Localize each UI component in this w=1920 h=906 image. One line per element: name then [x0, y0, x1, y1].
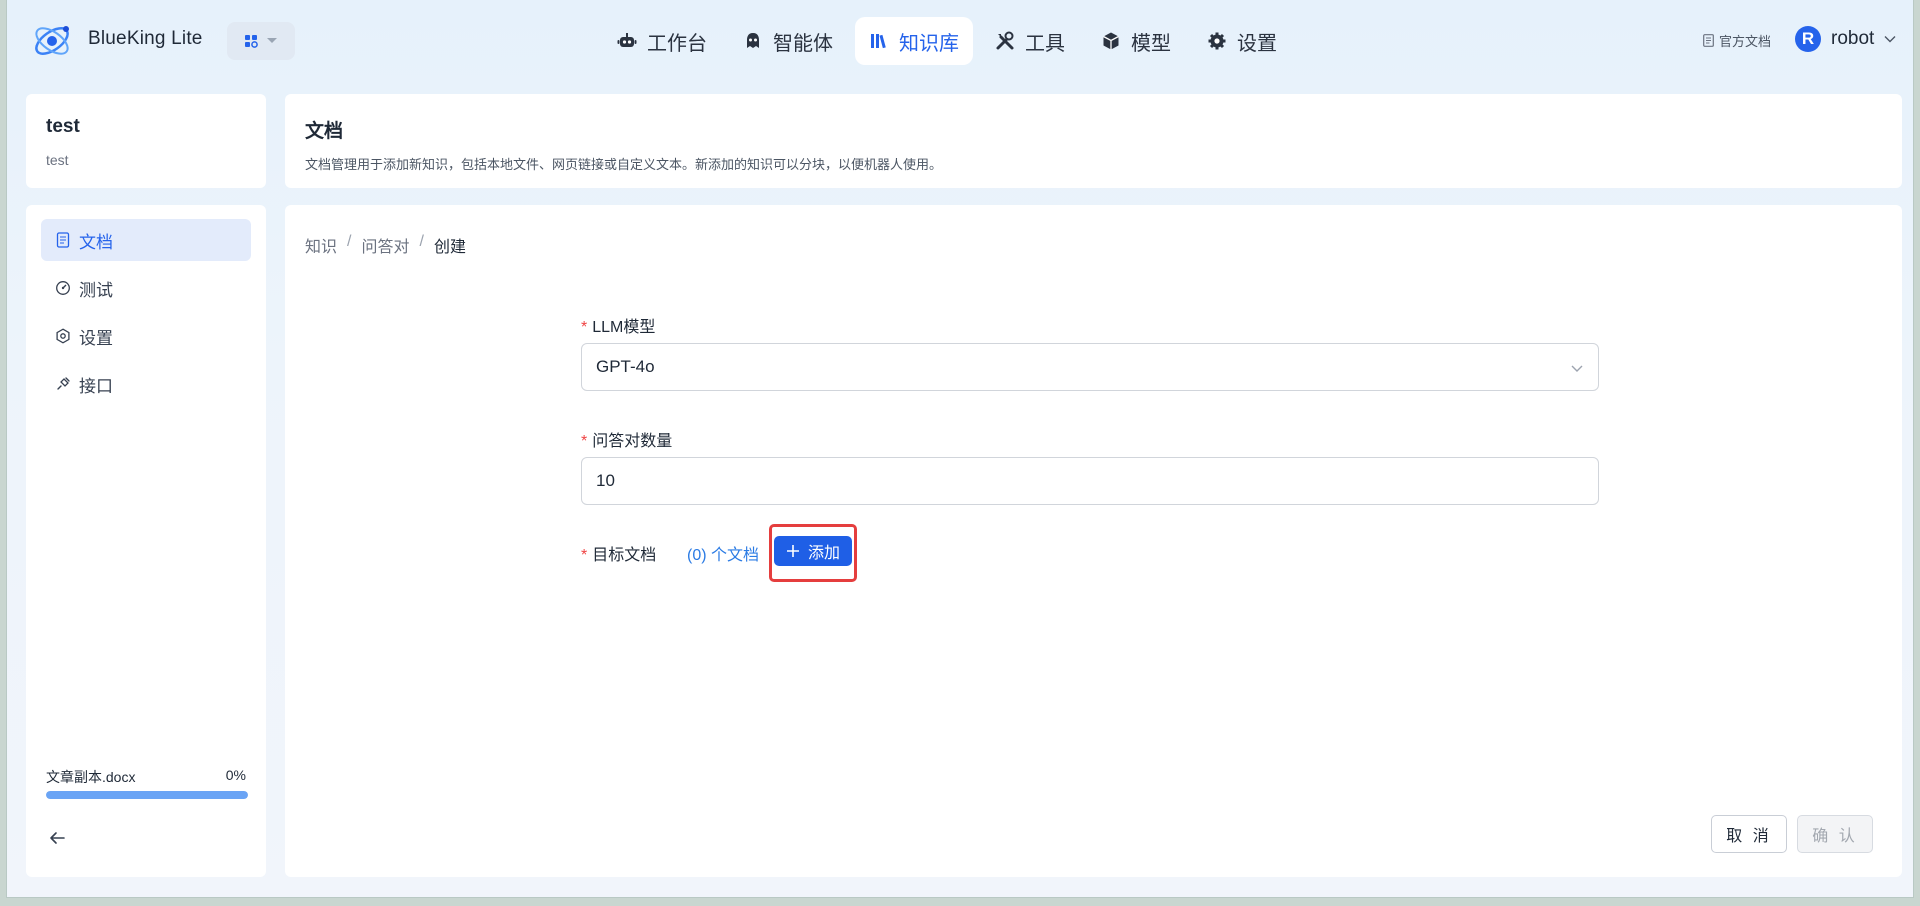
username: robot — [1831, 28, 1875, 49]
apps-icon — [245, 35, 258, 48]
nav-models[interactable]: 模型 — [1087, 17, 1185, 65]
sidebar-item-documents[interactable]: 文档 — [41, 219, 251, 261]
sidebar-item-label: 测试 — [79, 280, 113, 300]
top-bar: BlueKing Lite 工作台 智能体 知识库 工具 模型 设置 官方文档 … — [7, 0, 1913, 84]
sidebar: 文档 测试 设置 接口 文章副本.docx 0% — [26, 205, 266, 877]
agent-icon — [747, 33, 759, 48]
settings-icon — [56, 328, 70, 344]
llm-model-select[interactable]: GPT-4o — [581, 343, 1599, 391]
main-nav: 工作台 智能体 知识库 工具 模型 设置 — [603, 17, 1291, 65]
page-header-card: 文档 文档管理用于添加新知识，包括本地文件、网页链接或自定义文本。新添加的知识可… — [285, 94, 1902, 188]
user-menu[interactable]: R robot — [1795, 26, 1896, 52]
nav-workbench[interactable]: 工作台 — [603, 17, 721, 65]
cancel-button[interactable]: 取 消 — [1711, 815, 1787, 853]
nav-label: 工作台 — [647, 32, 707, 55]
upload-progress-bar — [46, 791, 248, 799]
tools-icon — [996, 31, 1014, 50]
breadcrumb-knowledge[interactable]: 知识 — [305, 233, 337, 257]
label-text: 问答对数量 — [592, 433, 673, 450]
chevron-down-icon — [1571, 365, 1583, 372]
upload-filename: 文章副本.docx — [46, 769, 136, 785]
breadcrumb-separator: / — [347, 233, 352, 250]
qa-count-input[interactable]: 10 — [581, 457, 1599, 505]
nav-agents[interactable]: 智能体 — [729, 17, 847, 65]
knowledge-base-card: test test — [26, 94, 266, 188]
nav-label: 智能体 — [773, 32, 833, 55]
breadcrumb-qa-pairs[interactable]: 问答对 — [361, 233, 409, 257]
nav-tools[interactable]: 工具 — [981, 17, 1079, 65]
breadcrumb-create: 创建 — [433, 239, 466, 256]
select-value: GPT-4o — [596, 357, 655, 376]
doc-link-label: 官方文档 — [1719, 34, 1772, 49]
page-title: 文档 — [305, 121, 344, 142]
nav-knowledge[interactable]: 知识库 — [855, 17, 973, 65]
qa-count-label: * 问答对数量 — [581, 427, 672, 451]
official-docs-link[interactable]: 官方文档 — [1703, 31, 1771, 50]
doc-icon — [1703, 34, 1714, 47]
chevron-down-icon — [1884, 36, 1896, 43]
nav-settings[interactable]: 设置 — [1193, 17, 1291, 65]
gauge-icon — [56, 281, 70, 295]
app-switcher[interactable] — [227, 22, 295, 60]
sidebar-item-settings[interactable]: 设置 — [41, 315, 251, 357]
plus-icon — [786, 545, 799, 557]
document-icon — [56, 232, 70, 248]
add-button-label: 添加 — [807, 545, 840, 562]
confirm-button[interactable]: 确 认 — [1797, 815, 1873, 853]
label-text: 目标文档 — [592, 547, 657, 564]
upload-percent: 0% — [225, 767, 246, 783]
doc-count-link[interactable]: (0) 个文档 — [687, 541, 759, 565]
sidebar-item-test[interactable]: 测试 — [41, 267, 251, 309]
input-value: 10 — [596, 471, 615, 490]
gear-icon — [1208, 32, 1226, 50]
avatar: R — [1795, 26, 1821, 52]
kb-title: test — [46, 116, 80, 137]
required-mark: * — [581, 319, 588, 336]
sidebar-item-label: 文档 — [79, 232, 113, 252]
nav-label: 工具 — [1025, 32, 1065, 55]
cube-icon — [1103, 32, 1119, 50]
arrow-left-icon[interactable] — [46, 827, 68, 849]
books-icon — [871, 34, 886, 49]
nav-label: 知识库 — [899, 32, 959, 55]
sidebar-item-label: 设置 — [79, 328, 113, 348]
sidebar-item-api[interactable]: 接口 — [41, 363, 251, 405]
upload-progress-fill — [46, 791, 248, 799]
page-description: 文档管理用于添加新知识，包括本地文件、网页链接或自定义文本。新添加的知识可以分块… — [305, 157, 943, 172]
required-mark: * — [581, 547, 588, 564]
required-mark: * — [581, 433, 588, 450]
target-docs-label: * 目标文档 — [581, 541, 656, 565]
sidebar-item-label: 接口 — [79, 376, 113, 396]
link-icon — [57, 377, 70, 390]
caret-down-icon — [267, 38, 277, 43]
nav-label: 模型 — [1131, 32, 1171, 55]
kb-description: test — [46, 152, 69, 168]
label-text: LLM模型 — [592, 319, 656, 336]
breadcrumb: 知识 / 问答对 / 创建 — [305, 233, 466, 257]
breadcrumb-separator: / — [419, 233, 424, 250]
robot-icon — [617, 33, 637, 47]
nav-label: 设置 — [1237, 32, 1277, 55]
blueking-logo-icon — [35, 26, 69, 55]
app-window: BlueKing Lite 工作台 智能体 知识库 工具 模型 设置 官方文档 … — [6, 0, 1914, 898]
llm-model-label: * LLM模型 — [581, 313, 655, 337]
brand-name: BlueKing Lite — [88, 28, 203, 49]
add-document-button[interactable]: 添加 — [774, 536, 852, 566]
main-content: 知识 / 问答对 / 创建 * LLM模型 GPT-4o * 问答对数量 10 * 目… — [285, 205, 1902, 877]
